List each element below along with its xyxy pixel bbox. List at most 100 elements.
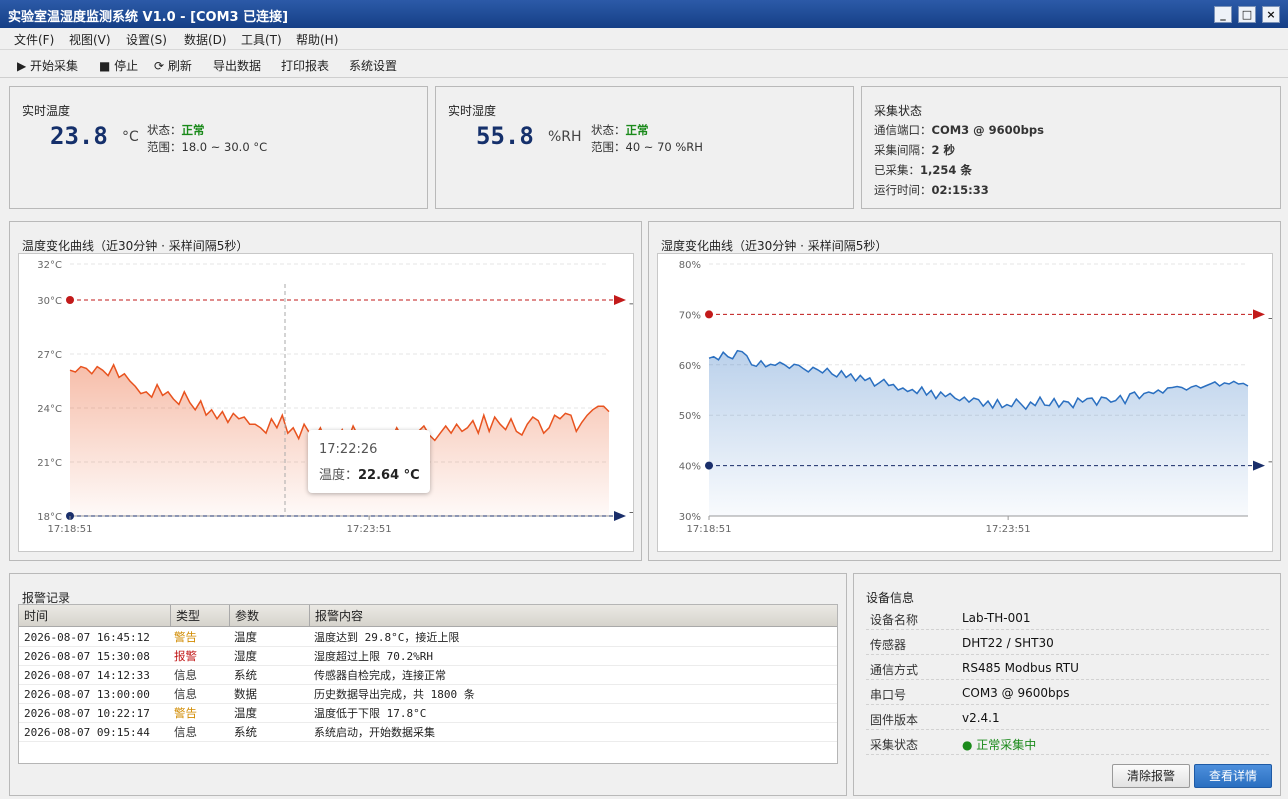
col-header-time[interactable]: 时间 bbox=[19, 605, 171, 627]
menu-data[interactable]: 数据(D) bbox=[184, 31, 227, 48]
device-info-key: 固件版本 bbox=[870, 713, 919, 727]
col-header-content[interactable]: 报警内容 bbox=[310, 605, 837, 627]
menu-settings[interactable]: 设置(S) bbox=[126, 31, 167, 48]
y-tick-label: 18°C bbox=[37, 512, 62, 523]
x-tick-label: 17:18:51 bbox=[48, 524, 93, 535]
cell-content: 系统启动，开始数据采集 bbox=[314, 726, 435, 739]
cell-type: 信息 bbox=[174, 668, 197, 682]
menu-view[interactable]: 视图(V) bbox=[69, 31, 111, 48]
cell-param: 系统 bbox=[234, 725, 257, 739]
alarm-table[interactable]: 时间 类型 参数 报警内容 2026-08-07 16:45:12 警告 温度 温度达… bbox=[18, 604, 838, 764]
acq-count-value: 1,254 条 bbox=[920, 163, 972, 177]
humidity-chart-svg[interactable]: 30% 40% 50% 60% 70% 80% 上限下限 17:18:51 17:23:51 bbox=[658, 254, 1288, 551]
cell-content: 传感器自检完成，连接正常 bbox=[314, 669, 446, 682]
col-header-param[interactable]: 参数 bbox=[230, 605, 310, 627]
table-row[interactable]: 2026-08-07 16:45:12 警告 温度 温度达到 29.8°C，接近上限 bbox=[19, 628, 837, 647]
menu-bar: 文件(F) 视图(V) 设置(S) 数据(D) 工具(T) 帮助(H) bbox=[0, 28, 1288, 50]
tooltip-number: 22.64 °C bbox=[358, 468, 420, 483]
maximize-button[interactable]: □ bbox=[1238, 6, 1256, 23]
device-info-value: ● 正常采集中 bbox=[962, 738, 1037, 752]
humidity-unit: %RH bbox=[548, 129, 582, 145]
humidity-value: 55.8 bbox=[476, 122, 534, 150]
lower-limit-label: 下限 bbox=[1268, 461, 1272, 473]
chart-tooltip: 17:22:26 温度：22.64 °C bbox=[308, 430, 430, 493]
acq-interval: 采集间隔：2 秒 bbox=[874, 142, 955, 158]
view-detail-button[interactable]: 查看详情 bbox=[1194, 764, 1272, 788]
acq-port-label: 通信端口： bbox=[874, 123, 932, 137]
title-bar: 实验室温湿度监测系统 V1.0 - [COM3 已连接] _ □ × bbox=[0, 0, 1288, 28]
temperature-chart-panel: 温度变化曲线（近30分钟 · 采样间隔5秒） 18°C 21°C 24°C 27°C 3… bbox=[9, 221, 649, 561]
cell-content: 湿度超过上限 70.2%RH bbox=[314, 650, 433, 663]
minimize-button[interactable]: _ bbox=[1214, 6, 1232, 23]
status-value: 正常 bbox=[625, 123, 649, 137]
acq-runtime-label: 运行时间： bbox=[874, 183, 932, 197]
close-button[interactable]: × bbox=[1262, 6, 1280, 23]
device-info-row: 传感器 DHT22 / SHT30 bbox=[866, 630, 1269, 655]
start-button[interactable]: ▶ 开始采集 bbox=[17, 57, 78, 74]
temperature-chart-title: 温度变化曲线（近30分钟 · 采样间隔5秒） bbox=[22, 239, 249, 253]
range-value: 18.0 ~ 30.0 °C bbox=[181, 140, 268, 154]
temperature-range: 范围：18.0 ~ 30.0 °C bbox=[147, 139, 267, 155]
temperature-chart[interactable]: 18°C 21°C 24°C 27°C 30°C 32°C 上限下限 17:18:51 17:2… bbox=[18, 253, 649, 552]
y-tick-label: 30°C bbox=[37, 296, 62, 307]
table-row[interactable]: 2026-08-07 14:12:33 信息 系统 传感器自检完成，连接正常 bbox=[19, 666, 837, 685]
y-tick-label: 24°C bbox=[37, 404, 62, 415]
y-tick-label: 27°C bbox=[37, 350, 62, 361]
acq-runtime-value: 02:15:33 bbox=[931, 183, 989, 197]
upper-limit-marker bbox=[66, 296, 74, 304]
acq-count: 已采集：1,254 条 bbox=[874, 162, 972, 178]
stop-button[interactable]: ■ 停止 bbox=[99, 57, 138, 74]
y-tick-label: 80% bbox=[679, 260, 701, 271]
status-label: 状态： bbox=[147, 123, 182, 137]
menu-help[interactable]: 帮助(H) bbox=[296, 31, 338, 48]
y-tick-label: 21°C bbox=[37, 458, 62, 469]
device-info-value: v2.4.1 bbox=[962, 711, 1000, 725]
device-info-key: 设备名称 bbox=[870, 613, 919, 627]
y-tick-label: 60% bbox=[679, 361, 701, 372]
table-row[interactable]: 2026-08-07 09:15:44 信息 系统 系统启动，开始数据采集 bbox=[19, 723, 837, 742]
menu-tools[interactable]: 工具(T) bbox=[241, 31, 282, 48]
window-title: 实验室温湿度监测系统 V1.0 - [COM3 已连接] bbox=[8, 10, 289, 25]
lower-limit-arrow-icon bbox=[614, 511, 626, 521]
upper-limit-arrow-icon bbox=[614, 295, 626, 305]
table-row[interactable]: 2026-08-07 10:22:17 警告 温度 温度低于下限 17.8°C bbox=[19, 704, 837, 723]
humidity-chart-title: 湿度变化曲线（近30分钟 · 采样间隔5秒） bbox=[661, 239, 888, 253]
range-label: 范围： bbox=[147, 140, 182, 154]
temperature-card: 实时温度 23.8 °C 状态：正常 范围：18.0 ~ 30.0 °C bbox=[9, 86, 428, 209]
cell-time: 2026-08-07 13:00:00 bbox=[24, 688, 150, 701]
cell-type: 报警 bbox=[174, 649, 197, 663]
toolbar: ▶ 开始采集 ■ 停止 ⟳ 刷新 导出数据 打印报表 系统设置 bbox=[0, 51, 1288, 78]
clear-alarm-button[interactable]: 清除报警 bbox=[1112, 764, 1190, 788]
device-info-key: 串口号 bbox=[870, 688, 907, 702]
col-header-type[interactable]: 类型 bbox=[171, 605, 230, 627]
acquisition-status-panel: 采集状态 通信端口：COM3 @ 9600bps 采集间隔：2 秒 已采集：1,… bbox=[861, 86, 1281, 209]
print-button[interactable]: 打印报表 bbox=[281, 57, 329, 74]
cell-type: 警告 bbox=[174, 630, 197, 644]
settings-button[interactable]: 系统设置 bbox=[349, 57, 397, 74]
tooltip-label: 温度： bbox=[319, 468, 359, 483]
humidity-card: 实时湿度 55.8 %RH 状态：正常 范围：40 ~ 70 %RH bbox=[435, 86, 854, 209]
cell-time: 2026-08-07 16:45:12 bbox=[24, 631, 150, 644]
upper-limit-label: 上限 bbox=[629, 295, 633, 307]
tooltip-value: 温度：22.64 °C bbox=[319, 464, 420, 483]
acq-interval-label: 采集间隔： bbox=[874, 143, 932, 157]
acq-runtime: 运行时间：02:15:33 bbox=[874, 182, 989, 198]
x-tick-label: 17:23:51 bbox=[986, 524, 1031, 535]
humidity-chart[interactable]: 30% 40% 50% 60% 70% 80% 上限下限 17:18:51 17:23:51 bbox=[657, 253, 1288, 552]
export-button[interactable]: 导出数据 bbox=[213, 57, 261, 74]
table-row[interactable]: 2026-08-07 15:30:08 报警 湿度 湿度超过上限 70.2%RH bbox=[19, 647, 837, 666]
acq-port: 通信端口：COM3 @ 9600bps bbox=[874, 122, 1044, 138]
temperature-chart-svg[interactable]: 18°C 21°C 24°C 27°C 30°C 32°C 上限下限 17:18:51 17:2… bbox=[19, 254, 649, 551]
refresh-button[interactable]: ⟳ 刷新 bbox=[154, 57, 192, 74]
table-row[interactable]: 2026-08-07 13:00:00 信息 数据 历史数据导出完成，共 1800 条 bbox=[19, 685, 837, 704]
cell-param: 系统 bbox=[234, 668, 257, 682]
upper-limit-label: 上限 bbox=[1268, 309, 1272, 321]
device-info-key: 传感器 bbox=[870, 638, 907, 652]
humidity-status: 状态：正常 bbox=[591, 122, 649, 138]
acq-interval-value: 2 秒 bbox=[931, 143, 956, 157]
upper-limit-arrow-icon bbox=[1253, 309, 1265, 320]
cell-param: 湿度 bbox=[234, 649, 257, 663]
x-tick-label: 17:18:51 bbox=[687, 524, 732, 535]
temperature-card-title: 实时温度 bbox=[22, 104, 71, 118]
menu-file[interactable]: 文件(F) bbox=[14, 31, 54, 48]
